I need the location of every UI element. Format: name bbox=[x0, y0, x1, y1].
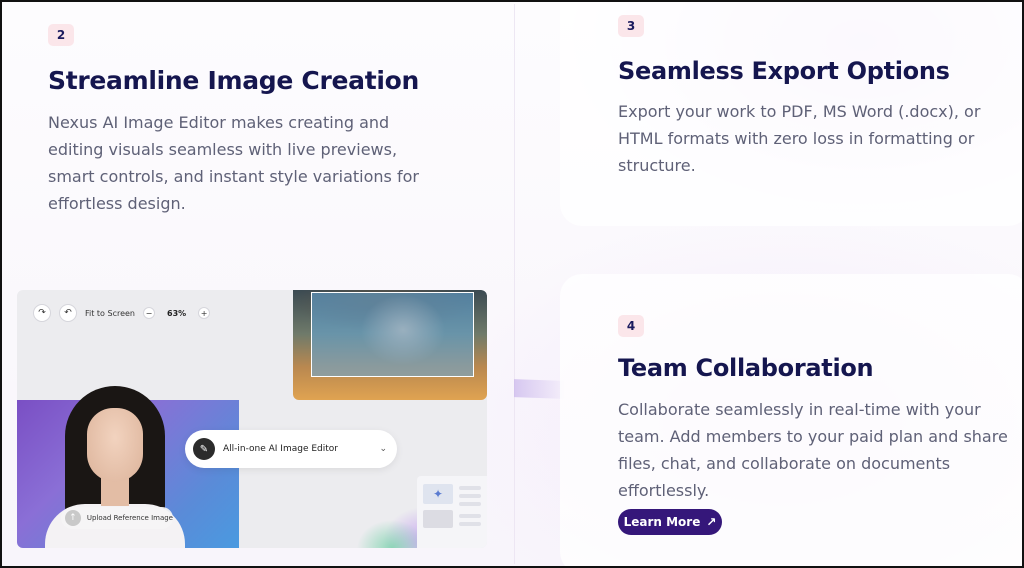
hat-photo-image bbox=[293, 290, 487, 400]
feature-number-badge: 3 bbox=[618, 15, 644, 37]
editor-toolbar: ↷ ↶ Fit to Screen − 63% + bbox=[33, 304, 211, 322]
feature-description: Collaborate seamlessly in real-time with… bbox=[618, 400, 1008, 500]
undo-icon[interactable]: ↶ bbox=[59, 304, 77, 322]
page: 2 Streamline Image Creation Nexus AI Ima… bbox=[0, 0, 1024, 568]
chevron-down-icon: ⌄ bbox=[379, 444, 387, 454]
feature-title: Team Collaboration bbox=[618, 354, 874, 382]
arrow-up-right-icon: ↗ bbox=[706, 515, 717, 529]
decorative-glow bbox=[514, 379, 564, 399]
ai-editor-label: All-in-one AI Image Editor bbox=[223, 444, 338, 454]
feature-description: Export your work to PDF, MS Word (.docx)… bbox=[618, 102, 981, 175]
upload-reference-button[interactable]: ↑ Upload Reference Image bbox=[61, 507, 173, 529]
mini-layout-card: ✦ bbox=[417, 476, 487, 548]
sparkle-icon: ✦ bbox=[423, 484, 453, 504]
ai-editor-dropdown[interactable]: ✎ All-in-one AI Image Editor ⌄ bbox=[185, 430, 397, 468]
feature-number-badge: 4 bbox=[618, 315, 644, 337]
zoom-in-icon[interactable]: + bbox=[198, 307, 211, 319]
zoom-out-icon[interactable]: − bbox=[143, 307, 155, 319]
selection-box bbox=[311, 292, 474, 377]
column-divider bbox=[514, 4, 515, 564]
image-editor-preview: ↷ ↶ Fit to Screen − 63% + ✦ ✎ All-in-one… bbox=[17, 290, 487, 548]
redo-icon[interactable]: ↷ bbox=[33, 304, 51, 322]
learn-more-button[interactable]: Learn More ↗ bbox=[618, 509, 722, 535]
fit-to-screen-label[interactable]: Fit to Screen bbox=[85, 309, 135, 318]
upload-label: Upload Reference Image bbox=[86, 514, 173, 522]
learn-more-label: Learn More bbox=[623, 515, 701, 529]
feature-number-badge: 2 bbox=[48, 24, 74, 46]
feature-description: Nexus AI Image Editor makes creating and… bbox=[48, 113, 419, 213]
magic-wand-icon: ✎ bbox=[193, 438, 215, 460]
upload-icon: ↑ bbox=[65, 510, 81, 526]
feature-title: Seamless Export Options bbox=[618, 57, 950, 85]
feature-title: Streamline Image Creation bbox=[48, 66, 420, 95]
zoom-level: 63% bbox=[167, 308, 187, 318]
